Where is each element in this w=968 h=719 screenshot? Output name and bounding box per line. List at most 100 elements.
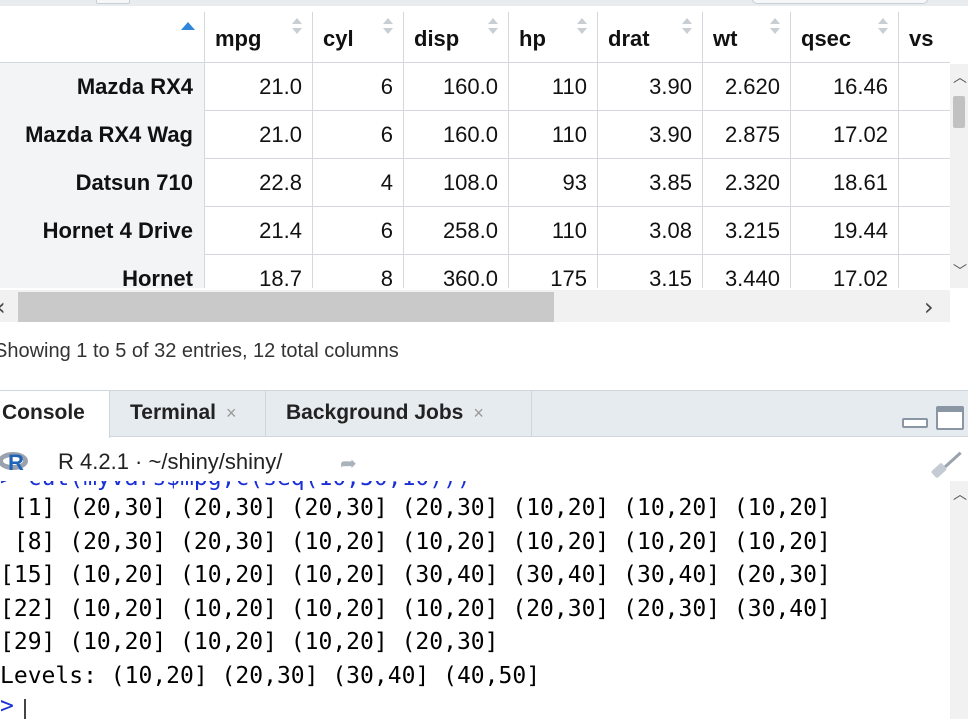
go-to-directory-icon[interactable]: ➦ [340, 451, 357, 475]
table-cell: 21.0 [205, 63, 313, 111]
table-info-text: Showing 1 to 5 of 32 entries, 12 total c… [0, 340, 399, 362]
console-tabbar: Console Terminal × Background Jobs × [0, 391, 968, 438]
column-header-label: disp [414, 26, 460, 51]
column-header-label: qsec [801, 26, 852, 51]
table-cell: 19.44 [791, 207, 899, 255]
table-cell: 21.0 [205, 111, 313, 159]
tab-console[interactable]: Console [0, 391, 110, 438]
table-row[interactable]: Hornet Sportabout18.78360.01753.153.4401… [0, 255, 950, 288]
table-cell: 8 [313, 255, 404, 288]
table-cell: 3.440 [703, 255, 791, 288]
column-header-cyl[interactable]: cyl [313, 12, 404, 63]
horizontal-scroll-thumb[interactable] [18, 292, 554, 322]
filter-search-fragment[interactable] [752, 0, 928, 4]
console-output-line: Levels: (10,20] (20,30] (30,40] (40,50] [0, 662, 541, 689]
table-cell [899, 207, 950, 255]
console-pane: Console Terminal × Background Jobs × R R 4.2… [0, 390, 968, 719]
maximize-pane-icon[interactable] [936, 406, 964, 430]
sort-icon[interactable] [770, 18, 781, 38]
row-name-cell: Hornet Sportabout [0, 255, 205, 288]
table-cell: 3.15 [598, 255, 703, 288]
table-cell [899, 159, 950, 207]
table-cell: 3.215 [703, 207, 791, 255]
column-header-label: hp [519, 26, 546, 51]
close-icon[interactable]: × [226, 403, 237, 423]
table-cell: 6 [313, 111, 404, 159]
chevron-down-icon[interactable]: ﹀ [953, 265, 967, 279]
table-cell: 360.0 [404, 255, 509, 288]
table-cell: 4 [313, 159, 404, 207]
toolbar-button-fragment[interactable] [96, 0, 130, 4]
sort-icon[interactable] [383, 18, 394, 38]
chevron-up-icon[interactable]: ︿ [953, 488, 967, 502]
column-header-label: wt [713, 26, 738, 51]
table-cell [899, 111, 950, 159]
column-header-qsec[interactable]: qsec [791, 12, 899, 63]
table-cell: 110 [509, 63, 598, 111]
column-header-mpg[interactable]: mpg [205, 12, 313, 63]
sort-icon[interactable] [577, 18, 588, 38]
sort-icon[interactable] [292, 18, 303, 38]
tab-label: Terminal [130, 401, 216, 424]
table-cell [899, 255, 950, 288]
tab-terminal[interactable]: Terminal × [110, 391, 266, 437]
row-name-cell: Mazda RX4 Wag [0, 111, 205, 159]
table-cell: 108.0 [404, 159, 509, 207]
column-header-vs[interactable]: vs [899, 12, 950, 63]
minimize-pane-icon[interactable] [902, 418, 928, 428]
table-cell: 18.7 [205, 255, 313, 288]
console-command-line: > cut(myvars$mpg,c(seq(10,50,10))) [0, 481, 471, 491]
console-prompt[interactable]: > [0, 693, 14, 719]
table-cell: 175 [509, 255, 598, 288]
tab-background-jobs[interactable]: Background Jobs × [266, 391, 532, 437]
console-output-line: [29] (10,20] (10,20] (10,20] (20,30] [0, 629, 499, 655]
table-horizontal-scrollbar[interactable]: ‹ › [0, 290, 950, 322]
row-name-cell: Mazda RX4 [0, 63, 205, 111]
data-table: mpg cyl disp hp drat wt qsec vs Mazda RX4 21.0 6 1… [0, 12, 950, 288]
table-cell: 110 [509, 207, 598, 255]
table-header-row: mpg cyl disp hp drat wt qsec vs [0, 12, 950, 63]
console-output-line: [22] (10,20] (10,20] (10,20] (10,20] (20… [0, 595, 831, 622]
table-cell: 6 [313, 63, 404, 111]
column-header-disp[interactable]: disp [404, 12, 509, 63]
table-cell: 258.0 [404, 207, 509, 255]
sort-icon[interactable] [488, 18, 499, 38]
console-output[interactable]: > cut(myvars$mpg,c(seq(10,50,10))) [1] (… [0, 481, 950, 719]
sort-icon[interactable] [878, 18, 889, 38]
column-header-wt[interactable]: wt [703, 12, 791, 63]
table-cell: 110 [509, 111, 598, 159]
console-vertical-scrollbar[interactable]: ︿ [950, 481, 968, 719]
row-name-cell: Hornet 4 Drive [0, 207, 205, 255]
column-header-label: cyl [323, 26, 354, 51]
table-cell: 3.08 [598, 207, 703, 255]
sort-ascending-icon[interactable] [181, 22, 195, 30]
toolbar-strip [0, 0, 968, 6]
table-cell: 160.0 [404, 111, 509, 159]
column-header-hp[interactable]: hp [509, 12, 598, 63]
table-cell: 17.02 [791, 111, 899, 159]
table-cell: 17.02 [791, 255, 899, 288]
chevron-up-icon[interactable]: ︿ [953, 71, 967, 85]
sort-icon[interactable] [682, 18, 693, 38]
column-header-drat[interactable]: drat [598, 12, 703, 63]
table-cell: 16.46 [791, 63, 899, 111]
table-cell: 2.320 [703, 159, 791, 207]
table-cell: 160.0 [404, 63, 509, 111]
close-icon[interactable]: × [473, 403, 484, 423]
r-version-path: R 4.2.1 · ~/shiny/shiny/ [58, 449, 283, 474]
chevron-right-icon[interactable]: › [924, 293, 934, 321]
clear-console-icon[interactable] [930, 446, 962, 479]
table-vertical-scrollbar[interactable]: ︿ ﹀ [950, 64, 968, 288]
table-row[interactable]: Hornet 4 Drive 21.4 6 258.0 110 3.08 3.215 19.4… [0, 207, 950, 255]
rownames-header[interactable] [0, 12, 205, 63]
chevron-left-icon[interactable]: ‹ [0, 293, 6, 321]
table-cell: 6 [313, 207, 404, 255]
row-name-cell: Datsun 710 [0, 159, 205, 207]
table-row[interactable]: Datsun 710 22.8 4 108.0 93 3.85 2.320 18.61 [0, 159, 950, 207]
table-cell: 2.875 [703, 111, 791, 159]
table-row[interactable]: Mazda RX4 Wag 21.0 6 160.0 110 3.90 2.875 17.02 [0, 111, 950, 159]
console-output-line: [8] (20,30] (20,30] (10,20] (10,20] (10,… [0, 528, 831, 555]
table-row[interactable]: Mazda RX4 21.0 6 160.0 110 3.90 2.620 16.46 [0, 63, 950, 111]
vertical-scroll-thumb[interactable] [953, 96, 965, 128]
column-header-label: drat [608, 26, 650, 51]
